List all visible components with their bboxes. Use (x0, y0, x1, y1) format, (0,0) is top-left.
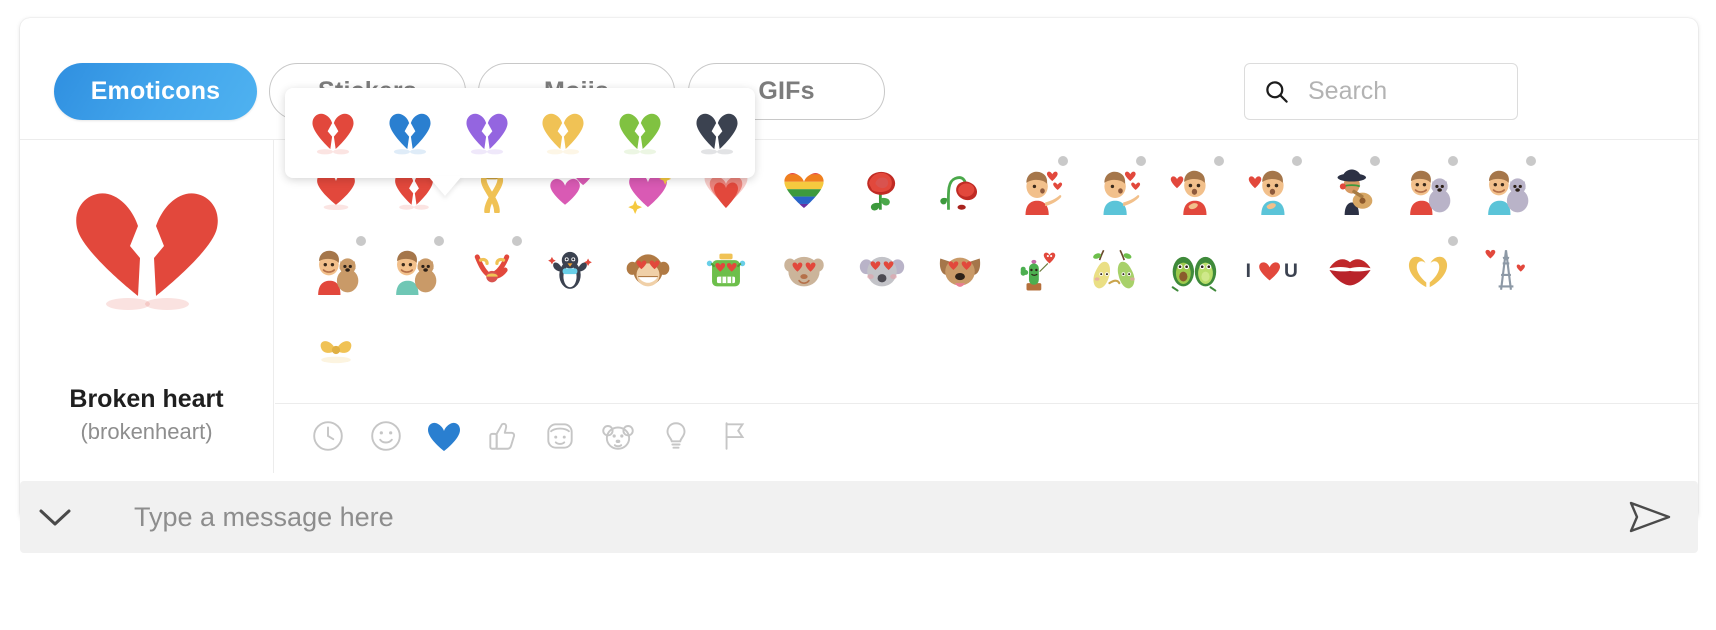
variant-indicator-dot[interactable] (434, 236, 444, 246)
emoticon-picker-panel: Emoticons Stickers Mojis GIFs (20, 18, 1698, 522)
animal-face-icon (601, 419, 635, 458)
woman-with-dog-emoticon[interactable] (297, 230, 375, 310)
lightbulb-icon (659, 419, 693, 458)
person-face-icon (543, 419, 577, 458)
preview-broken-heart-icon (72, 186, 222, 323)
avocado-couple-emoticon[interactable] (1155, 230, 1233, 310)
kiss-mark-emoticon[interactable] (1311, 230, 1389, 310)
variant-indicator-dot[interactable] (1136, 156, 1146, 166)
flag-icon (717, 419, 751, 458)
search-box[interactable] (1244, 63, 1518, 120)
variant-indicator-dot[interactable] (1448, 236, 1458, 246)
emoticon-preview-pane: Broken heart (brokenheart) (20, 140, 274, 473)
cactus-love-emoticon[interactable] (999, 230, 1077, 310)
variant-dark[interactable] (678, 98, 755, 168)
variant-yellow[interactable] (525, 98, 602, 168)
category-smileys[interactable] (357, 410, 415, 468)
tab-emoticons-label: Emoticons (90, 77, 221, 105)
search-input[interactable] (1306, 76, 1496, 107)
robot-in-love-emoticon[interactable] (687, 230, 765, 310)
man-heart-hand-emoticon[interactable] (1233, 150, 1311, 230)
variant-indicator-dot[interactable] (1058, 156, 1068, 166)
heart-eyes-koala-emoticon[interactable] (843, 230, 921, 310)
variant-indicator-dot[interactable] (1214, 156, 1224, 166)
category-toolbar (275, 403, 1698, 473)
acrobat-emoticon[interactable] (453, 230, 531, 310)
variant-green[interactable] (602, 98, 679, 168)
woman-with-cat-emoticon[interactable] (1389, 150, 1467, 230)
thumbs-up-icon (485, 419, 519, 458)
category-objects[interactable] (647, 410, 705, 468)
variant-blue[interactable] (372, 98, 449, 168)
preview-emoticon-shortcode: (brokenheart) (80, 419, 213, 444)
variant-purple[interactable] (448, 98, 525, 168)
man-with-cat-emoticon[interactable] (1467, 150, 1545, 230)
smiley-icon (369, 419, 403, 458)
man-with-dog-emoticon[interactable] (375, 230, 453, 310)
variant-popup-tail (428, 176, 462, 196)
category-love[interactable] (415, 410, 473, 468)
search-icon (1263, 78, 1290, 105)
clock-icon (311, 419, 345, 458)
heart-eyes-cat-emoticon[interactable] (765, 230, 843, 310)
picker-tab-bar: Emoticons Stickers Mojis GIFs (20, 18, 1698, 140)
heart-icon (426, 419, 462, 458)
preview-emoticon-name: Broken heart (69, 385, 224, 413)
category-gestures[interactable] (473, 410, 531, 468)
tab-emoticons[interactable]: Emoticons (54, 63, 257, 120)
emoticon-grid-scroll[interactable]: I U (275, 140, 1698, 424)
variant-indicator-dot[interactable] (1448, 156, 1458, 166)
i-love-you-emoticon[interactable]: I U (1233, 230, 1311, 310)
svg-text:U: U (1284, 261, 1298, 282)
emoticon-grid-pane: I U (275, 140, 1698, 473)
chevron-down-icon[interactable] (20, 504, 90, 530)
tab-gifs-label: GIFs (758, 77, 815, 105)
message-input[interactable] (132, 500, 1602, 534)
send-icon[interactable] (1602, 497, 1698, 537)
skype-emoticon-picker-window: Emoticons Stickers Mojis GIFs (0, 0, 1716, 630)
ribbon-bow-emoticon[interactable] (297, 310, 375, 390)
variant-color-popup (285, 88, 755, 178)
woman-heart-hand-emoticon[interactable] (1155, 150, 1233, 230)
svg-text:I: I (1246, 261, 1251, 282)
variant-indicator-dot[interactable] (1292, 156, 1302, 166)
variant-indicator-dot[interactable] (356, 236, 366, 246)
heart-eyes-dog-emoticon[interactable] (921, 230, 999, 310)
heart-hands-emoticon[interactable] (1389, 230, 1467, 310)
variant-indicator-dot[interactable] (1526, 156, 1536, 166)
variant-red[interactable] (295, 98, 372, 168)
variant-indicator-dot[interactable] (512, 236, 522, 246)
hugging-pears-emoticon[interactable] (1077, 230, 1155, 310)
mariachi-serenade-emoticon[interactable] (1311, 150, 1389, 230)
woman-blowing-kiss-emoticon[interactable] (999, 150, 1077, 230)
wilted-rose-emoticon[interactable] (921, 150, 999, 230)
heart-eyes-monkey-emoticon[interactable] (609, 230, 687, 310)
category-people[interactable] (531, 410, 589, 468)
rainbow-heart-emoticon[interactable] (765, 150, 843, 230)
message-bar (20, 481, 1698, 553)
penguin-in-love-emoticon[interactable] (531, 230, 609, 310)
category-recent[interactable] (299, 410, 357, 468)
eiffel-tower-love-emoticon[interactable] (1467, 230, 1545, 310)
category-flags[interactable] (705, 410, 763, 468)
category-animals[interactable] (589, 410, 647, 468)
variant-indicator-dot[interactable] (1370, 156, 1380, 166)
man-blowing-kiss-emoticon[interactable] (1077, 150, 1155, 230)
rose-emoticon[interactable] (843, 150, 921, 230)
